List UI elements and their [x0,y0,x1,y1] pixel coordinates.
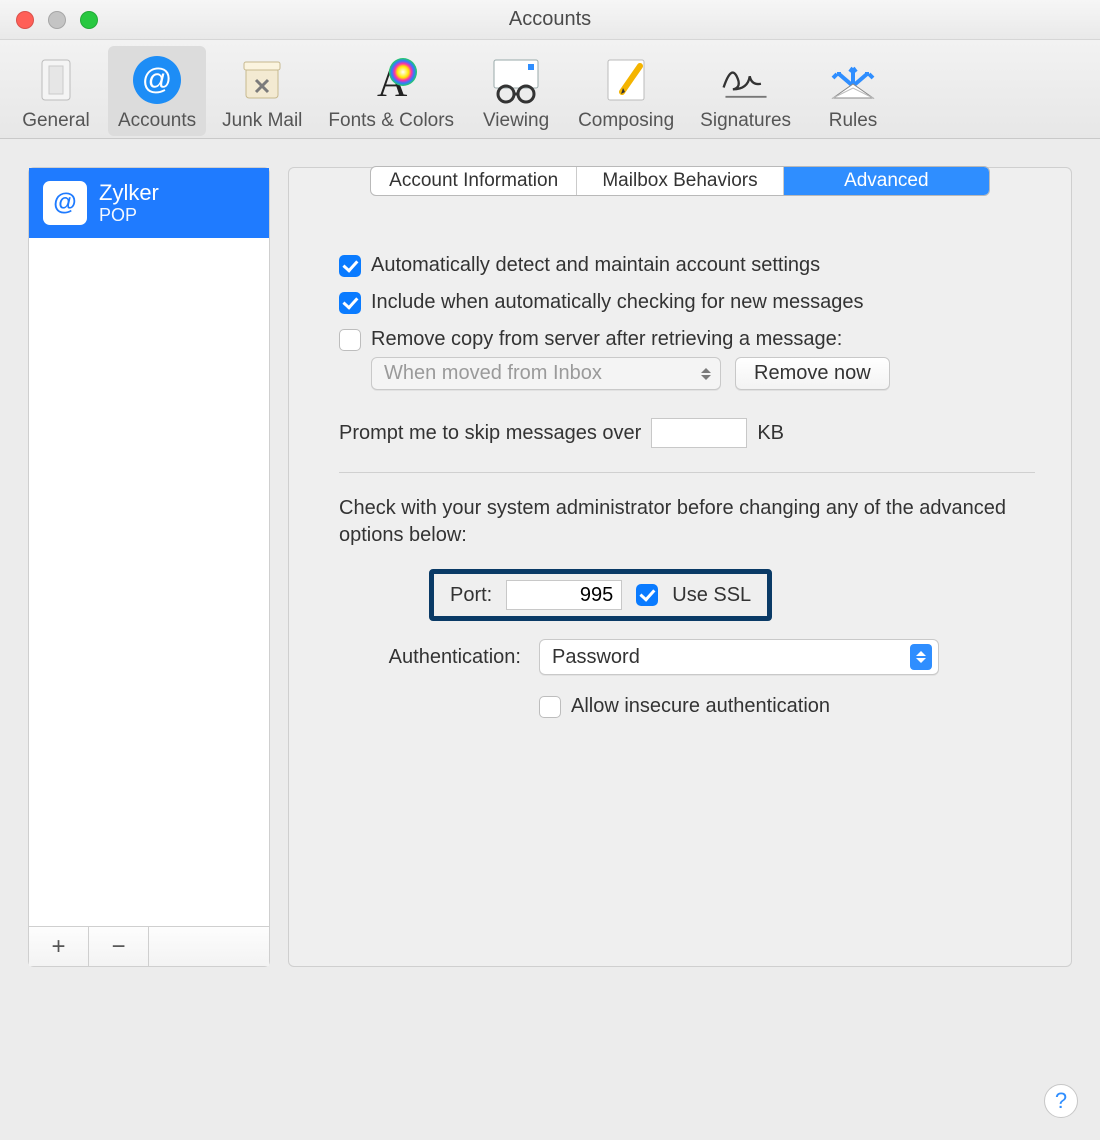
zoom-icon[interactable] [80,11,98,29]
chevron-updown-icon [910,644,932,670]
popup-remove-when-value: When moved from Inbox [384,362,602,385]
tool-label: Rules [829,110,878,132]
tool-composing[interactable]: Composing [568,46,684,136]
tool-label: General [22,110,90,132]
tool-accounts[interactable]: @ Accounts [108,46,206,136]
row-include-check: Include when automatically checking for … [339,291,1035,314]
composing-icon [598,52,654,108]
row-remove-copy: Remove copy from server after retrieving… [339,328,1035,351]
checkbox-include-check[interactable] [339,292,361,314]
traffic-lights [0,11,98,29]
remove-account-button[interactable]: − [89,927,149,966]
tab-account-information[interactable]: Account Information [371,167,577,195]
rules-icon [825,52,881,108]
add-account-button[interactable]: + [29,927,89,966]
popup-authentication[interactable]: Password [539,639,939,675]
row-authentication: Authentication: Password [339,639,1035,675]
label-remove-copy: Remove copy from server after retrieving… [371,328,842,351]
account-settings-panel: Account Information Mailbox Behaviors Ad… [288,167,1072,967]
row-auto-detect: Automatically detect and maintain accoun… [339,254,1035,277]
label-port: Port: [450,584,492,607]
window-titlebar: Accounts [0,0,1100,40]
account-item-zylker[interactable]: @ Zylker POP [29,168,269,238]
label-include-check: Include when automatically checking for … [371,291,863,314]
account-name: Zylker [99,180,159,205]
tool-signatures[interactable]: Signatures [690,46,801,136]
viewing-icon [488,52,544,108]
label-use-ssl: Use SSL [672,584,751,607]
junk-mail-icon [234,52,290,108]
port-ssl-highlight: Port: Use SSL [429,569,772,621]
checkbox-use-ssl[interactable] [636,584,658,606]
signatures-icon [718,52,774,108]
tool-label: Signatures [700,110,791,132]
label-allow-insecure: Allow insecure authentication [571,695,830,718]
preferences-toolbar: General @ Accounts Junk Mail A [0,40,1100,139]
label-prompt-skip: Prompt me to skip messages over [339,422,641,445]
help-button[interactable]: ? [1044,1084,1078,1118]
tool-label: Composing [578,110,674,132]
checkbox-remove-copy[interactable] [339,329,361,351]
advanced-form: Automatically detect and maintain accoun… [313,198,1047,718]
divider [339,472,1035,473]
checkbox-allow-insecure[interactable] [539,696,561,718]
remove-now-button[interactable]: Remove now [735,357,890,390]
tool-label: Viewing [483,110,549,132]
accounts-list: @ Zylker POP [29,168,269,926]
tab-mailbox-behaviors[interactable]: Mailbox Behaviors [577,167,783,195]
svg-text:@: @ [142,63,172,96]
chevron-updown-icon [698,364,714,384]
popup-authentication-value: Password [552,646,640,669]
tool-junk-mail[interactable]: Junk Mail [212,46,312,136]
tool-label: Junk Mail [222,110,302,132]
label-authentication: Authentication: [339,646,529,669]
checkbox-auto-detect[interactable] [339,255,361,277]
minimize-icon[interactable] [48,11,66,29]
at-icon: @ [43,181,87,225]
tool-label: Fonts & Colors [328,110,454,132]
account-type: POP [99,205,159,226]
label-units: KB [757,422,784,445]
input-skip-size[interactable] [651,418,747,448]
tool-general[interactable]: General [10,46,102,136]
sidebar-filler [149,927,269,966]
tab-advanced[interactable]: Advanced [784,167,989,195]
admin-note: Check with your system administrator bef… [339,495,1035,549]
label-auto-detect: Automatically detect and maintain accoun… [371,254,820,277]
input-port[interactable] [506,580,622,610]
account-text: Zylker POP [99,180,159,226]
accounts-icon: @ [129,52,185,108]
tool-rules[interactable]: Rules [807,46,899,136]
window-title: Accounts [0,8,1100,31]
tabs-segmented: Account Information Mailbox Behaviors Ad… [370,166,990,196]
accounts-sidebar: @ Zylker POP + − [28,167,270,967]
row-port-ssl: Port: Use SSL [429,569,1035,621]
popup-remove-when[interactable]: When moved from Inbox [371,357,721,390]
row-prompt-skip: Prompt me to skip messages over KB [339,418,1035,448]
fonts-colors-icon: A [363,52,419,108]
sidebar-controls: + − [29,926,269,966]
tool-fonts-colors[interactable]: A Fonts & Colors [318,46,464,136]
tool-viewing[interactable]: Viewing [470,46,562,136]
row-remove-copy-options: When moved from Inbox Remove now [371,357,1035,390]
row-allow-insecure: Allow insecure authentication [539,695,1035,718]
general-icon [28,52,84,108]
close-icon[interactable] [16,11,34,29]
tool-label: Accounts [118,110,196,132]
